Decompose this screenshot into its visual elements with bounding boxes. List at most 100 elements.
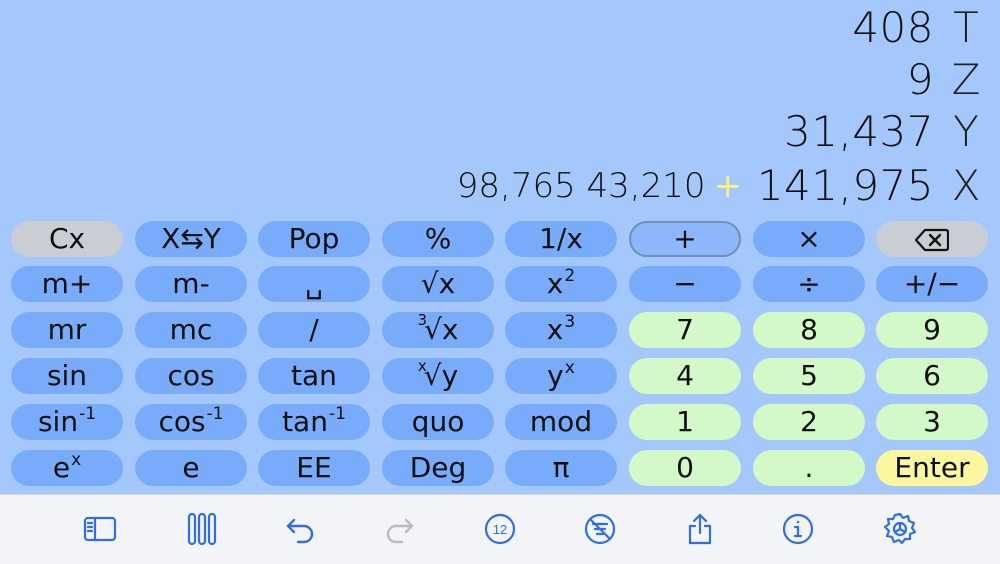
cube-root-base: √x [424, 313, 459, 346]
decimal-point-button[interactable]: . [753, 450, 865, 486]
square-base: x [546, 267, 564, 300]
stack-y-label: Y [953, 107, 979, 156]
power-button[interactable]: yx [505, 358, 617, 394]
arcsin-base: sin [37, 405, 79, 438]
history-operator: + [713, 166, 743, 206]
undo-button[interactable] [282, 511, 318, 547]
digit-6-button[interactable]: 6 [876, 358, 988, 394]
memory-recall-button[interactable]: mr [11, 312, 123, 348]
clear-x-button[interactable]: Cx [11, 221, 123, 257]
share-icon [688, 513, 712, 545]
stack-t-label: T [953, 3, 979, 52]
cube-button[interactable]: x3 [505, 312, 617, 348]
multiply-button[interactable]: × [753, 221, 865, 257]
redo-icon [386, 518, 414, 544]
stack-z-label: Z [951, 55, 981, 104]
settings-gear-icon [883, 512, 917, 545]
minus-button[interactable]: − [629, 266, 741, 302]
plus-button[interactable]: + [629, 221, 741, 257]
pop-button[interactable]: Pop [258, 221, 370, 257]
digit-8-button[interactable]: 8 [753, 312, 865, 348]
cube-base: x [546, 313, 564, 346]
digit-3-button[interactable]: 3 [876, 404, 988, 440]
cube-exponent: 3 [564, 312, 576, 332]
arccos-exponent: -1 [206, 404, 224, 424]
stack-x-label: X [951, 161, 981, 210]
power-exponent: x [564, 358, 575, 378]
arccos-base: cos [158, 405, 206, 438]
arcsin-exponent: -1 [79, 404, 97, 424]
info-icon [782, 513, 814, 545]
percent-button[interactable]: % [382, 221, 494, 257]
enter-exponent-button[interactable]: EE [258, 450, 370, 486]
angle-mode-button[interactable]: Deg [382, 450, 494, 486]
number-format-button[interactable]: 12 [482, 511, 518, 547]
no-filter-icon [584, 513, 616, 545]
quotient-button[interactable]: quo [382, 404, 494, 440]
arctan-button[interactable]: tan-1 [258, 404, 370, 440]
columns-button[interactable] [184, 511, 220, 547]
xth-root-index: x [417, 357, 427, 375]
arctan-base: tan [282, 405, 328, 438]
info-button[interactable] [780, 511, 816, 547]
memory-minus-button[interactable]: m- [135, 266, 247, 302]
columns-icon [187, 512, 217, 546]
sin-button[interactable]: sin [11, 358, 123, 394]
exponential-button[interactable]: ex [11, 450, 123, 486]
cube-root-index: 3 [417, 311, 428, 329]
share-button[interactable] [682, 511, 718, 547]
backspace-icon [914, 228, 950, 252]
reciprocal-button[interactable]: 1/x [505, 221, 617, 257]
stack-y-value: 31,437 [784, 107, 934, 156]
redo-button[interactable] [382, 511, 418, 547]
square-exponent: 2 [564, 266, 576, 286]
square-button[interactable]: x2 [505, 266, 617, 302]
exponential-exponent: x [71, 450, 82, 470]
xth-root-base: √y [423, 359, 459, 392]
euler-constant-button[interactable]: e [135, 450, 247, 486]
power-base: y [547, 359, 564, 392]
twelve-badge-icon: 12 [484, 513, 516, 545]
square-root-button[interactable]: √x [382, 266, 494, 302]
cos-button[interactable]: cos [135, 358, 247, 394]
undo-icon [286, 518, 314, 544]
history-operand-2: 43,210 [586, 166, 706, 206]
enter-button[interactable]: Enter [876, 450, 988, 486]
arcsin-button[interactable]: sin-1 [11, 404, 123, 440]
rpn-stack-display: 408 T 9 Z 31,437 Y 98,765 43,210 + 141,97… [0, 0, 1000, 216]
exponential-base: e [52, 451, 71, 484]
stack-z-value: 9 [906, 55, 934, 104]
digit-4-button[interactable]: 4 [629, 358, 741, 394]
arctan-exponent: -1 [328, 404, 346, 424]
bottom-toolbar: 12 [0, 494, 1000, 564]
slash-button[interactable]: / [258, 312, 370, 348]
divide-button[interactable]: ÷ [753, 266, 865, 302]
digit-1-button[interactable]: 1 [629, 404, 741, 440]
stack-row-z: 9 Z [0, 54, 1000, 106]
history-operand-1: 98,765 [456, 166, 576, 206]
filter-toggle-button[interactable] [582, 511, 618, 547]
digit-5-button[interactable]: 5 [753, 358, 865, 394]
change-sign-button[interactable]: +∕− [876, 266, 988, 302]
pi-button[interactable]: π [505, 450, 617, 486]
twelve-badge-text: 12 [493, 522, 507, 537]
xth-root-button[interactable]: x√y [382, 357, 494, 394]
digit-0-button[interactable]: 0 [629, 450, 741, 486]
stack-row-y: 31,437 Y [0, 106, 1000, 158]
swap-xy-button[interactable]: X⇆Y [135, 221, 247, 257]
tan-button[interactable]: tan [258, 358, 370, 394]
backspace-button[interactable] [876, 221, 988, 257]
cube-root-button[interactable]: 3√x [382, 311, 494, 348]
sidebar-button[interactable] [82, 511, 118, 547]
modulo-button[interactable]: mod [505, 404, 617, 440]
stack-row-x: 98,765 43,210 + 141,975 X [0, 160, 1000, 212]
settings-button[interactable] [882, 511, 918, 547]
space-button[interactable]: ␣ [258, 266, 370, 302]
digit-9-button[interactable]: 9 [876, 312, 988, 348]
memory-clear-button[interactable]: mc [135, 312, 247, 348]
digit-2-button[interactable]: 2 [753, 404, 865, 440]
digit-7-button[interactable]: 7 [629, 312, 741, 348]
memory-plus-button[interactable]: m+ [11, 266, 123, 302]
keypad: Cx X⇆Y Pop % 1/x + × m+ m- ␣ √x x2 − ÷ +… [0, 218, 1000, 490]
arccos-button[interactable]: cos-1 [135, 404, 247, 440]
